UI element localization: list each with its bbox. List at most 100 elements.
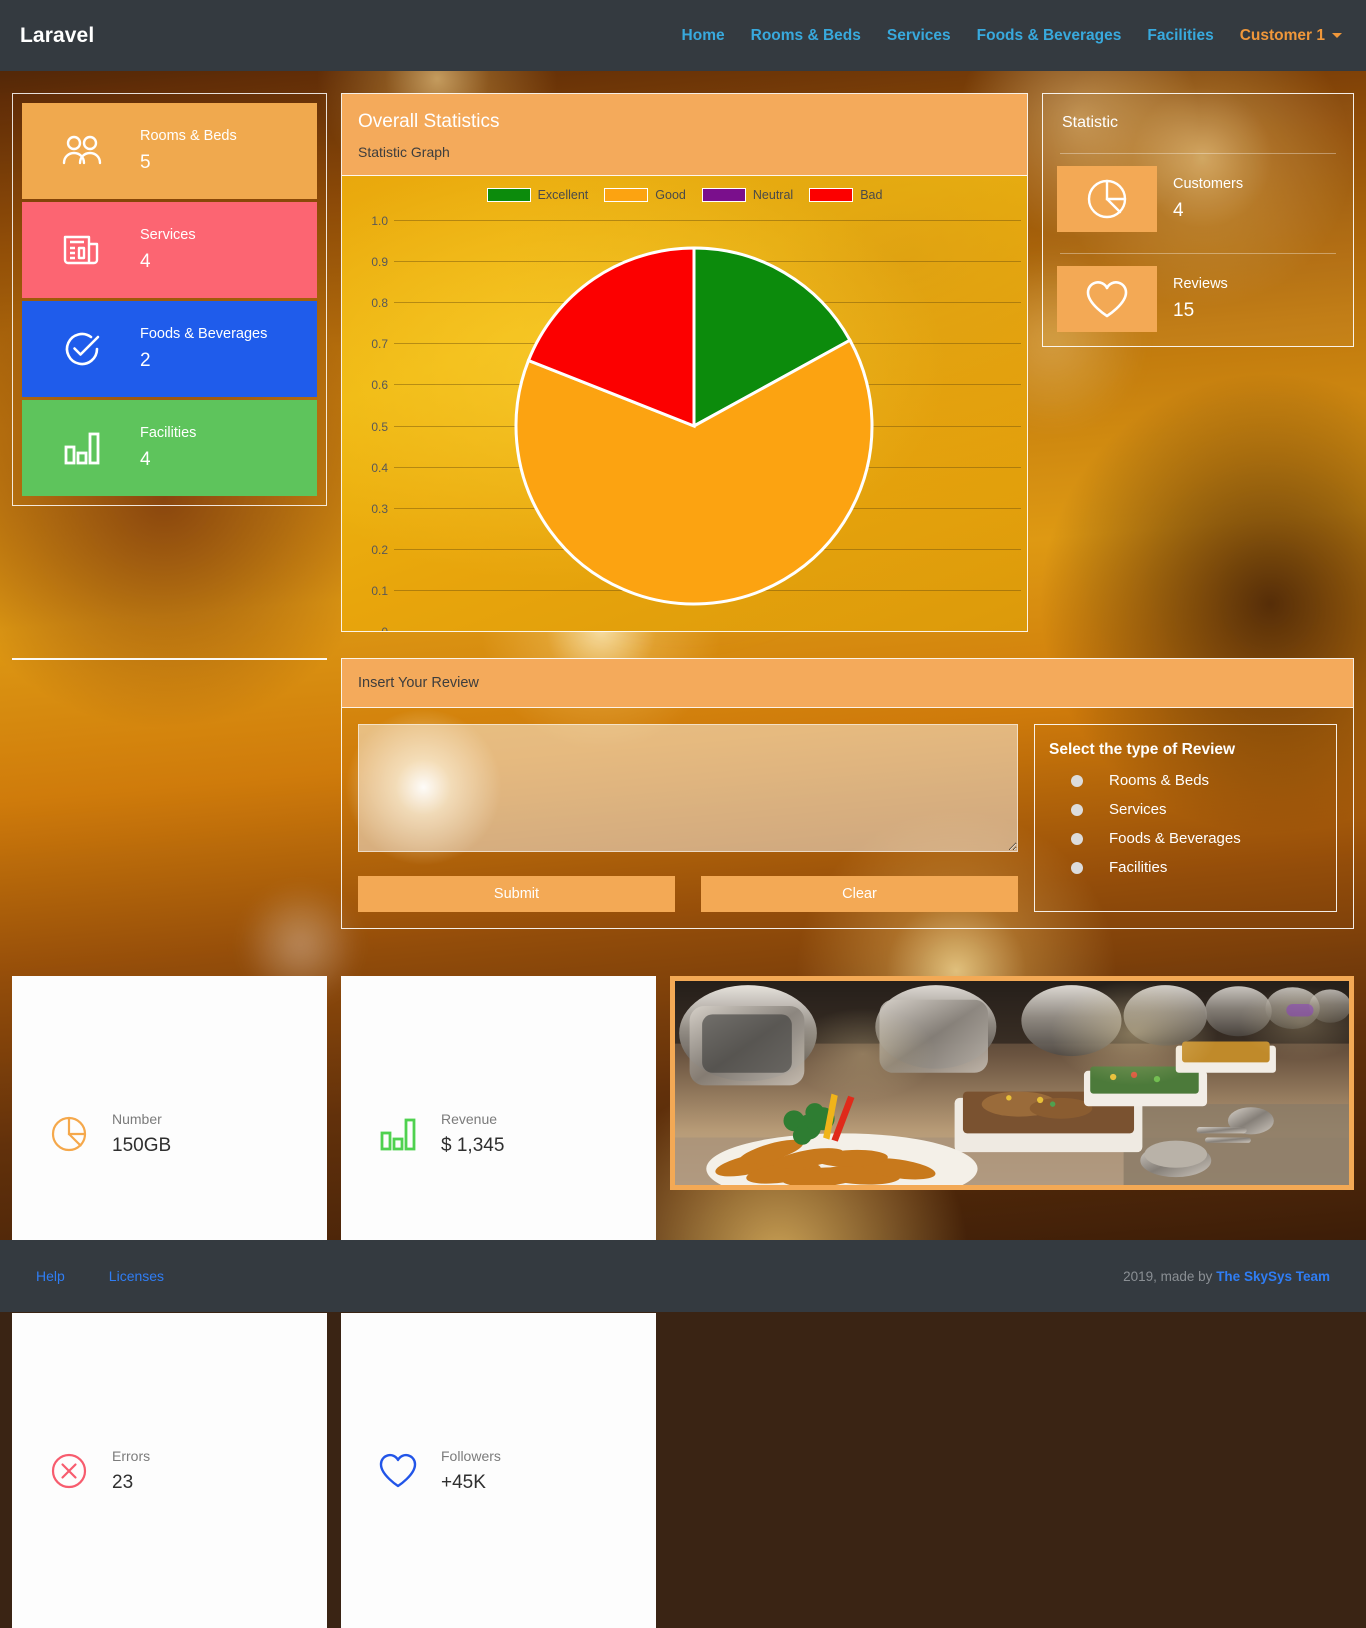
legend-label: Good xyxy=(655,188,686,202)
legend-item-excellent[interactable]: Excellent xyxy=(486,188,589,202)
divider xyxy=(1060,153,1336,154)
radio-label: Foods & Beverages xyxy=(1109,830,1241,847)
legend-label: Bad xyxy=(860,188,883,202)
pie-chart-icon xyxy=(1057,166,1157,232)
tile-text: Foods & Beverages 2 xyxy=(140,326,267,372)
nav-link-services[interactable]: Services xyxy=(887,27,951,45)
legend-item-neutral[interactable]: Neutral xyxy=(701,188,794,202)
legend-item-good[interactable]: Good xyxy=(604,188,686,202)
mini-text: Followers +45K xyxy=(441,1448,501,1494)
radio-label: Services xyxy=(1109,801,1167,818)
radio-dot-icon[interactable] xyxy=(1071,803,1083,816)
mini-value: 150GB xyxy=(112,1134,172,1156)
chart-header: Overall Statistics Statistic Graph xyxy=(342,94,1027,176)
chevron-down-icon xyxy=(1332,33,1342,38)
radio-dot-icon[interactable] xyxy=(1071,861,1083,874)
mini-label: Followers xyxy=(441,1447,501,1464)
heart-icon xyxy=(1057,266,1157,332)
newspaper-icon xyxy=(24,232,140,268)
pie-chart-svg[interactable] xyxy=(512,244,876,608)
tile-rooms-beds[interactable]: Rooms & Beds 5 xyxy=(22,103,317,199)
footer-credit-prefix: 2019, made by xyxy=(1123,1268,1217,1284)
tile-value: 4 xyxy=(140,448,151,470)
legend-item-bad[interactable]: Bad xyxy=(809,188,882,202)
radio-dot-icon[interactable] xyxy=(1071,832,1083,845)
statistic-label: Customers xyxy=(1173,176,1244,192)
page-footer: Help Licenses 2019, made by The SkySys T… xyxy=(0,1240,1366,1312)
mini-card-followers[interactable]: Followers +45K xyxy=(341,1313,656,1628)
statistic-value: 4 xyxy=(1173,200,1184,221)
legend-swatch xyxy=(701,188,746,202)
tile-label: Rooms & Beds xyxy=(140,128,237,145)
footer-credit: 2019, made by The SkySys Team xyxy=(1123,1269,1330,1284)
radio-label: Rooms & Beds xyxy=(1109,772,1210,789)
mini-value: $ 1,345 xyxy=(441,1134,505,1156)
legend-label: Excellent xyxy=(537,188,589,202)
top-row: Rooms & Beds 5 Services 4 Foods & Bevera… xyxy=(12,93,1354,632)
category-tiles-panel: Rooms & Beds 5 Services 4 Foods & Bevera… xyxy=(12,93,327,506)
buffet-food-photo xyxy=(675,981,1349,1185)
footer-credit-team[interactable]: The SkySys Team xyxy=(1216,1269,1330,1284)
footer-link-licenses[interactable]: Licenses xyxy=(109,1268,164,1284)
mini-label: Errors xyxy=(112,1447,151,1464)
bar-chart-icon xyxy=(355,1115,441,1153)
nav-user-dropdown[interactable]: Customer 1 xyxy=(1240,27,1342,45)
nav-link-home[interactable]: Home xyxy=(682,27,725,45)
radio-label: Facilities xyxy=(1109,859,1168,876)
mini-text: Errors 23 xyxy=(112,1448,150,1494)
clear-button[interactable]: Clear xyxy=(701,876,1018,912)
tile-foods-beverages[interactable]: Foods & Beverages 2 xyxy=(22,301,317,397)
radio-rooms-beds[interactable]: Rooms & Beds xyxy=(1071,772,1322,789)
tile-value: 2 xyxy=(140,349,151,371)
nav-link-foods-beverages[interactable]: Foods & Beverages xyxy=(977,27,1122,45)
legend-swatch xyxy=(604,188,649,202)
chart-legend: Excellent Good Neutral Bad xyxy=(342,176,1027,202)
mini-label: Number xyxy=(112,1110,162,1127)
radio-facilities[interactable]: Facilities xyxy=(1071,859,1322,876)
statistic-text: Customers 4 xyxy=(1157,176,1243,222)
food-image-card xyxy=(670,976,1354,1190)
pie-chart-icon xyxy=(26,1113,112,1155)
radio-foods-beverages[interactable]: Foods & Beverages xyxy=(1071,830,1322,847)
mini-text: Number 150GB xyxy=(112,1111,171,1157)
review-buttons: Submit Clear xyxy=(358,876,1018,912)
divider xyxy=(1060,253,1336,254)
statistic-card: Statistic Customers 4 Reviews 15 xyxy=(1042,93,1354,347)
mini-value: 23 xyxy=(112,1471,134,1493)
tile-facilities[interactable]: Facilities 4 xyxy=(22,400,317,496)
review-form: Submit Clear xyxy=(358,724,1018,912)
brand-logo[interactable]: Laravel xyxy=(20,24,94,48)
statistic-row-reviews[interactable]: Reviews 15 xyxy=(1057,266,1339,332)
tile-text: Rooms & Beds 5 xyxy=(140,128,237,174)
users-icon xyxy=(24,134,140,168)
tile-services[interactable]: Services 4 xyxy=(22,202,317,298)
check-circle-icon xyxy=(24,328,140,370)
pie-chart xyxy=(342,220,1027,631)
plot-area: 1.00.90.80.70.60.50.40.30.20.10 xyxy=(342,214,1027,631)
empty-left-panel xyxy=(12,658,327,954)
statistic-label: Reviews xyxy=(1173,276,1228,292)
radio-services[interactable]: Services xyxy=(1071,801,1322,818)
tile-label: Facilities xyxy=(140,425,197,442)
nav-link-facilities[interactable]: Facilities xyxy=(1147,27,1213,45)
tile-value: 4 xyxy=(140,250,151,272)
heart-icon xyxy=(355,1450,441,1492)
mini-label: Revenue xyxy=(441,1110,498,1127)
page-title: Overall Statistics xyxy=(358,111,500,132)
radio-dot-icon[interactable] xyxy=(1071,774,1083,787)
review-textarea[interactable] xyxy=(358,724,1018,852)
mini-card-errors[interactable]: Errors 23 xyxy=(12,1313,327,1628)
legend-label: Neutral xyxy=(752,188,794,202)
bar-chart-icon xyxy=(24,430,140,466)
statistic-text: Reviews 15 xyxy=(1157,276,1228,322)
chart-body: Excellent Good Neutral Bad 1.0 0.9 0.8 0… xyxy=(342,176,1027,631)
statistic-value: 15 xyxy=(1173,300,1195,321)
review-type-title: Select the type of Review xyxy=(1049,741,1236,758)
nav-links: Home Rooms & Beds Services Foods & Bever… xyxy=(682,27,1342,45)
footer-link-help[interactable]: Help xyxy=(36,1268,65,1284)
nav-link-rooms-beds[interactable]: Rooms & Beds xyxy=(751,27,861,45)
submit-button[interactable]: Submit xyxy=(358,876,675,912)
tile-value: 5 xyxy=(140,151,151,173)
mini-text: Revenue $ 1,345 xyxy=(441,1111,504,1157)
statistic-row-customers[interactable]: Customers 4 xyxy=(1057,166,1339,232)
